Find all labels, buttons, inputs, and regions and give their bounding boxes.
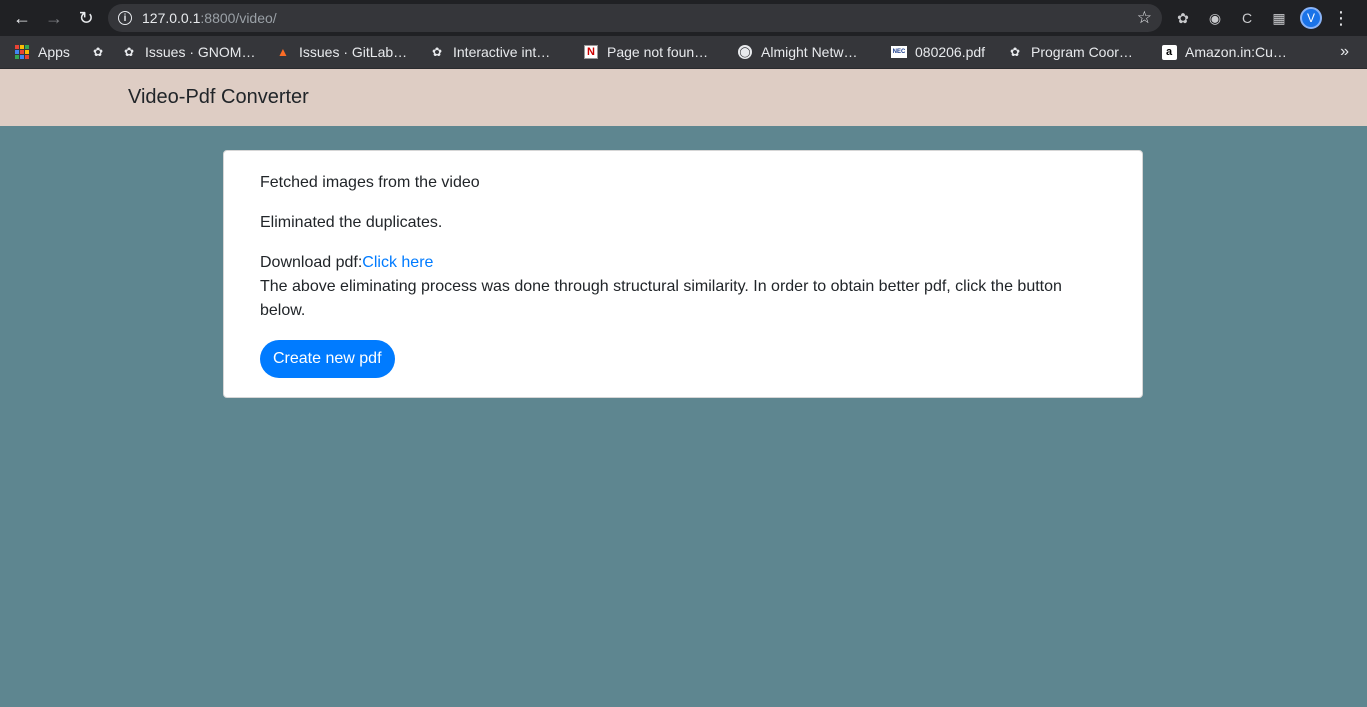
bookmark-label: Almight Netw…: [761, 44, 858, 60]
bookmark-label: Issues · GitLab…: [299, 44, 408, 60]
avatar[interactable]: V: [1300, 7, 1322, 29]
gnome-icon: ✿: [431, 45, 443, 59]
download-pdf-link[interactable]: Click here: [362, 254, 433, 271]
url-host: 127.0.0.1: [142, 10, 201, 26]
bookmark-pdf[interactable]: NEC 080206.pdf: [891, 36, 985, 68]
status-fetched: Fetched images from the video: [260, 174, 480, 191]
create-new-pdf-button[interactable]: Create new pdf: [260, 340, 395, 378]
url-path: :8800/video/: [200, 10, 277, 26]
bookmarks-bar: Apps ✿ ✿ Issues · GNOM… ▲ Issues · GitLa…: [0, 36, 1367, 69]
robot-extension-icon[interactable]: ◉: [1204, 7, 1226, 29]
bookmark-issues-gitlab[interactable]: ▲ Issues · GitLab…: [275, 36, 407, 68]
bookmark-page-not-found[interactable]: N Page not foun…: [583, 36, 708, 68]
amazon-icon: a: [1161, 44, 1177, 60]
status-eliminated: Eliminated the duplicates.: [260, 214, 443, 231]
bookmark-label: Amazon.in:Cu…: [1185, 44, 1287, 60]
extensions-area: ✿ ◉ C ▦ V ⋮: [1172, 0, 1350, 36]
menu-icon[interactable]: ⋮: [1332, 8, 1350, 29]
apps-icon: [14, 44, 30, 60]
gnome-icon: ✿: [1009, 45, 1021, 59]
back-icon[interactable]: ←: [8, 4, 36, 32]
bookmark-label: 080206.pdf: [915, 44, 986, 60]
bookmark-issues-gnome[interactable]: ✿ Issues · GNOM…: [121, 36, 256, 68]
browser-toolbar: ← → ↻ i 127.0.0.1:8800/video/ ☆ ✿ ◉ C ▦ …: [0, 0, 1367, 36]
gitlab-icon: ▲: [277, 45, 289, 59]
bookmark-label: Program Coor…: [1031, 44, 1133, 60]
nec-icon: NEC: [891, 44, 907, 60]
gnome-extension-icon[interactable]: ✿: [1172, 7, 1194, 29]
bookmark-label: Apps: [38, 44, 70, 60]
reload-icon[interactable]: ↻: [72, 4, 100, 32]
bookmark-label: Interactive int…: [453, 44, 551, 60]
bookmark-almight[interactable]: ◯ Almight Netw…: [737, 36, 857, 68]
netflix-icon: N: [583, 44, 599, 60]
result-card: Fetched images from the video Eliminated…: [223, 150, 1143, 398]
puzzle-icon[interactable]: ▦: [1268, 7, 1290, 29]
navbar-brand[interactable]: Video-Pdf Converter: [128, 86, 309, 109]
gnome-icon: ✿: [92, 45, 104, 59]
download-label: Download pdf:: [260, 254, 363, 271]
address-bar[interactable]: i 127.0.0.1:8800/video/ ☆: [108, 4, 1162, 32]
gnome-icon: ✿: [123, 45, 135, 59]
process-description: The above eliminating process was done t…: [260, 278, 1062, 319]
card-body: Fetched images from the video Eliminated…: [260, 171, 1080, 339]
download-line: Download pdf:Click here: [260, 251, 1080, 275]
code-extension-icon[interactable]: C: [1236, 7, 1258, 29]
bookmark-gnome[interactable]: ✿: [90, 36, 114, 68]
bookmark-amazon[interactable]: a Amazon.in:Cu…: [1161, 36, 1287, 68]
forward-icon[interactable]: →: [40, 4, 68, 32]
more-bookmarks-icon[interactable]: »: [1340, 36, 1349, 68]
info-icon[interactable]: i: [118, 11, 132, 25]
bookmark-apps[interactable]: Apps: [14, 36, 70, 68]
bookmark-program[interactable]: ✿ Program Coor…: [1007, 36, 1133, 68]
bookmark-interactive[interactable]: ✿ Interactive int…: [429, 36, 550, 68]
site-navbar: Video-Pdf Converter: [0, 69, 1367, 126]
bookmark-label: Page not foun…: [607, 44, 709, 60]
star-icon[interactable]: ☆: [1137, 8, 1152, 28]
globe-icon: ◯: [738, 45, 752, 59]
url-text[interactable]: 127.0.0.1:8800/video/: [142, 10, 277, 26]
bookmark-label: Issues · GNOM…: [145, 44, 256, 60]
